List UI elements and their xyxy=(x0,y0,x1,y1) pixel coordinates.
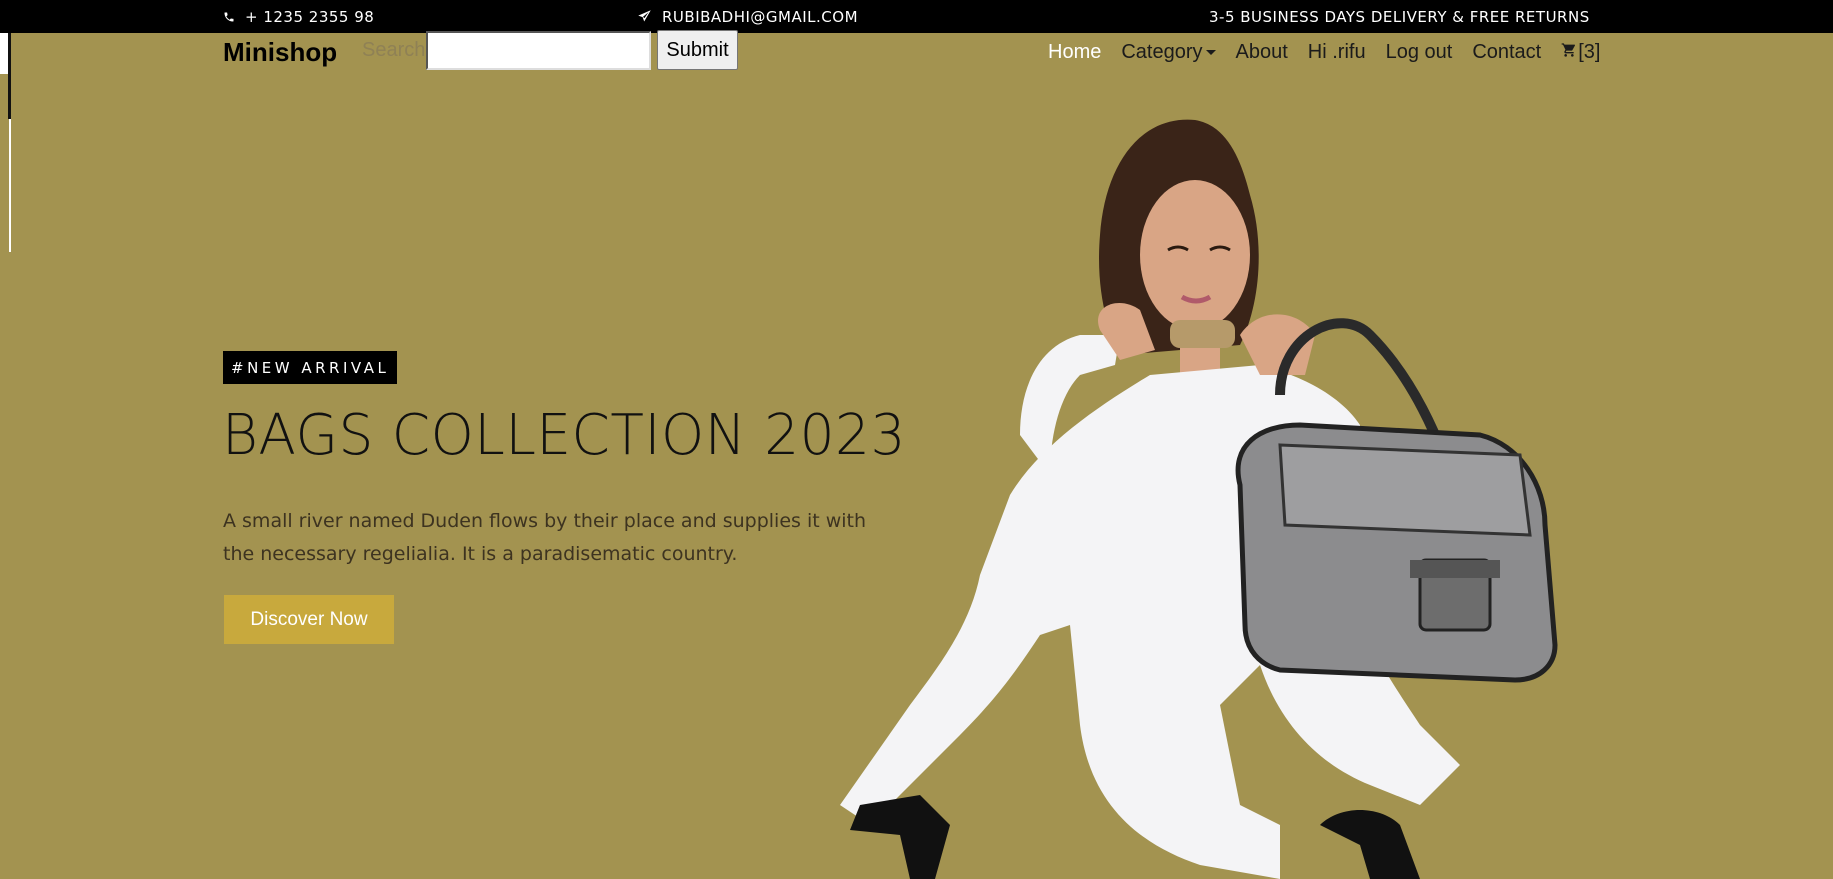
nav-category-label: Category xyxy=(1121,41,1203,63)
search-label: Search xyxy=(362,39,426,61)
hero-model-image xyxy=(840,119,1558,879)
shipping-text: 3-5 BUSINESS DAYS DELIVERY & FREE RETURN… xyxy=(1209,7,1590,26)
shipping-notice: 3-5 BUSINESS DAYS DELIVERY & FREE RETURN… xyxy=(1209,0,1590,33)
top-info-bar: + 1235 2355 98 RUBIBADHI@GMAIL.COM 3-5 B… xyxy=(0,0,1833,33)
cart-icon xyxy=(1561,41,1577,64)
phone-number: + 1235 2355 98 xyxy=(245,7,375,26)
email-address[interactable]: RUBIBADHI@GMAIL.COM xyxy=(662,8,858,26)
discover-now-button[interactable]: Discover Now xyxy=(224,595,394,644)
edge-artifact xyxy=(9,119,11,252)
nav-category[interactable]: Category xyxy=(1121,41,1216,64)
nav-home[interactable]: Home xyxy=(1048,41,1101,64)
phone-icon xyxy=(223,11,235,23)
phone-contact: + 1235 2355 98 xyxy=(223,0,374,33)
nav-about[interactable]: About xyxy=(1236,41,1288,64)
submit-button[interactable]: Submit xyxy=(657,30,738,70)
brand-logo[interactable]: Minishop xyxy=(223,37,337,68)
nav-logout[interactable]: Log out xyxy=(1386,41,1453,64)
edge-artifact xyxy=(8,33,11,119)
caret-down-icon xyxy=(1205,50,1216,56)
nav-contact[interactable]: Contact xyxy=(1472,41,1541,64)
nav-cart[interactable]: [3] xyxy=(1561,41,1601,64)
paper-plane-icon xyxy=(637,9,652,24)
search-input[interactable] xyxy=(426,31,651,70)
email-contact[interactable]: RUBIBADHI@GMAIL.COM xyxy=(637,0,858,33)
main-nav: Home Category About Hi .rifu Log out Con… xyxy=(1048,41,1601,64)
new-arrival-badge: #NEW ARRIVAL xyxy=(223,351,398,384)
nav-user-greeting[interactable]: Hi .rifu xyxy=(1308,41,1366,64)
cart-count: [3] xyxy=(1578,41,1601,63)
